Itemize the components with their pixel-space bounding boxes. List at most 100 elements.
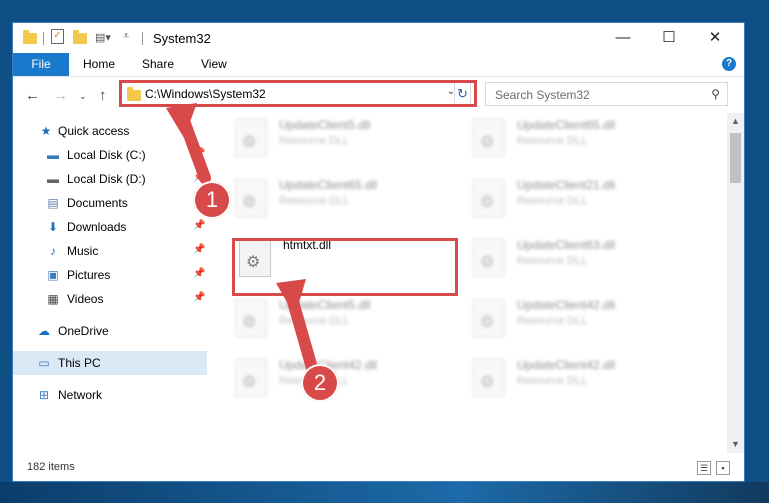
file-item[interactable]: ⚙ UpdateClient21.dll Resource DLL bbox=[469, 173, 689, 223]
tab-file[interactable]: File bbox=[13, 53, 69, 76]
quick-access-dropdown-icon[interactable]: ⩡ bbox=[123, 30, 129, 46]
scroll-down-icon[interactable]: ▼ bbox=[727, 436, 744, 453]
dll-file-icon: ⚙ bbox=[473, 119, 505, 157]
pin-icon[interactable]: 📌 bbox=[193, 244, 205, 255]
pin-icon[interactable]: 📌 bbox=[193, 148, 205, 159]
sidebar-item-this-pc[interactable]: ▭ This PC bbox=[13, 351, 207, 375]
search-input[interactable]: Search System32 bbox=[495, 88, 590, 102]
folder-icon bbox=[23, 30, 37, 44]
sidebar-item-documents[interactable]: ▤ Documents 📌 bbox=[13, 191, 207, 215]
sidebar-item-label: Network bbox=[58, 388, 103, 402]
file-item[interactable]: ⚙ UpdateClient65.dll Resource DLL bbox=[231, 173, 451, 223]
dll-file-icon: ⚙ bbox=[473, 359, 505, 397]
scroll-up-icon[interactable]: ▲ bbox=[727, 113, 744, 130]
sidebar-item-label: Pictures bbox=[67, 268, 111, 282]
file-highlight-box bbox=[232, 238, 458, 296]
file-item[interactable]: ⚙ UpdateClient65.dll Resource DLL bbox=[469, 113, 689, 163]
sidebar-item-label: Videos bbox=[67, 292, 104, 306]
sidebar-item-label: Documents bbox=[67, 196, 128, 210]
file-item[interactable]: ⚙ UpdateClient5.dll Resource DLL bbox=[231, 293, 451, 343]
desktop-background bbox=[0, 482, 769, 503]
dll-file-icon: ⚙ bbox=[473, 179, 505, 217]
file-type: Resource DLL bbox=[517, 375, 588, 387]
tab-view[interactable]: View bbox=[201, 53, 227, 76]
file-type: Resource DLL bbox=[517, 315, 588, 327]
computer-icon: ▭ bbox=[38, 356, 50, 370]
dll-file-icon: ⚙ bbox=[473, 299, 505, 337]
sidebar-item-label: This PC bbox=[58, 356, 101, 370]
file-item[interactable]: ⚙ UpdateClient5.dll Resource DLL bbox=[231, 113, 451, 163]
item-count: 182 items bbox=[27, 461, 75, 473]
pin-icon[interactable]: 📌 bbox=[193, 268, 205, 279]
customize-view-icon[interactable]: ▤▾ bbox=[95, 31, 111, 47]
help-icon[interactable]: ? bbox=[722, 57, 736, 71]
title-bar: ✓ ▤▾ ⩡ System32 — ☐ ✕ bbox=[13, 23, 744, 53]
search-box[interactable]: Search System32 ⚲ bbox=[485, 82, 728, 106]
new-folder-icon[interactable] bbox=[73, 30, 87, 44]
back-arrow-icon[interactable]: ← bbox=[25, 87, 40, 104]
status-bar: 182 items ☰ ▪ bbox=[13, 456, 744, 481]
tab-share[interactable]: Share bbox=[142, 53, 174, 76]
up-arrow-icon[interactable]: ↑ bbox=[99, 87, 107, 104]
sidebar-item-local-disk-c[interactable]: ▬ Local Disk (C:) 📌 bbox=[13, 143, 207, 167]
star-icon: ★ bbox=[40, 124, 52, 138]
sidebar-item-label: Local Disk (D:) bbox=[67, 172, 146, 186]
video-icon: ▦ bbox=[47, 292, 59, 306]
recent-locations-chevron-icon[interactable]: ⌄ bbox=[79, 91, 87, 102]
file-name: UpdateClient65.dll bbox=[517, 118, 616, 132]
file-item[interactable]: ⚙ UpdateClient42.dll Resource DLL bbox=[469, 353, 689, 403]
file-type: Resource DLL bbox=[279, 195, 350, 207]
sidebar-item-label: Quick access bbox=[58, 124, 130, 138]
dll-file-icon: ⚙ bbox=[473, 239, 505, 277]
sidebar-item-videos[interactable]: ▦ Videos 📌 bbox=[13, 287, 207, 311]
sidebar-item-quick-access[interactable]: ★ Quick access bbox=[13, 119, 207, 143]
file-item[interactable]: ⚙ UpdateClient42.dll Resource DLL bbox=[231, 353, 451, 403]
drive-icon: ▬ bbox=[47, 148, 59, 162]
tab-home[interactable]: Home bbox=[83, 53, 115, 76]
sidebar-item-network[interactable]: ⊞ Network bbox=[13, 383, 207, 407]
sidebar-item-local-disk-d[interactable]: ▬ Local Disk (D:) 📌 bbox=[13, 167, 207, 191]
file-type: Resource DLL bbox=[279, 315, 350, 327]
file-item[interactable]: ⚙ UpdateClient42.dll Resource DLL bbox=[469, 293, 689, 343]
search-icon[interactable]: ⚲ bbox=[711, 87, 720, 101]
scroll-thumb[interactable] bbox=[730, 133, 741, 183]
pin-icon[interactable]: 📌 bbox=[193, 172, 205, 183]
step-badge-1: 1 bbox=[193, 181, 231, 219]
large-icons-view-icon[interactable]: ▪ bbox=[716, 461, 730, 475]
picture-icon: ▣ bbox=[47, 268, 59, 282]
navigation-bar: ← → ⌄ ↑ C:\Windows\System32 ⌄ ↻ Search S… bbox=[13, 77, 744, 113]
file-item[interactable]: ⚙ UpdateClient63.dll Resource DLL bbox=[469, 233, 689, 283]
pin-icon[interactable]: 📌 bbox=[193, 292, 205, 303]
cloud-icon: ☁ bbox=[38, 324, 50, 338]
separator bbox=[43, 32, 44, 45]
music-icon: ♪ bbox=[50, 244, 56, 258]
forward-arrow-icon[interactable]: → bbox=[53, 87, 68, 104]
properties-icon[interactable]: ✓ bbox=[51, 29, 64, 44]
sidebar-item-pictures[interactable]: ▣ Pictures 📌 bbox=[13, 263, 207, 287]
vertical-scrollbar[interactable]: ▲ ▼ bbox=[727, 113, 744, 453]
sidebar-item-label: Downloads bbox=[67, 220, 127, 234]
separator bbox=[142, 32, 143, 45]
minimize-button[interactable]: — bbox=[600, 23, 646, 53]
dll-file-icon: ⚙ bbox=[235, 359, 267, 397]
document-icon: ▤ bbox=[47, 196, 59, 210]
file-name: UpdateClient42.dll bbox=[517, 298, 616, 312]
file-type: Resource DLL bbox=[279, 135, 350, 147]
sidebar-item-downloads[interactable]: ⬇ Downloads 📌 bbox=[13, 215, 207, 239]
sidebar-item-music[interactable]: ♪ Music 📌 bbox=[13, 239, 207, 263]
file-name: UpdateClient21.dll bbox=[517, 178, 616, 192]
maximize-button[interactable]: ☐ bbox=[646, 23, 692, 53]
sidebar-item-onedrive[interactable]: ☁ OneDrive bbox=[13, 319, 207, 343]
window-title: System32 bbox=[153, 31, 211, 46]
dll-file-icon: ⚙ bbox=[235, 299, 267, 337]
pin-icon[interactable]: 📌 bbox=[193, 220, 205, 231]
file-type: Resource DLL bbox=[517, 195, 588, 207]
close-button[interactable]: ✕ bbox=[692, 23, 738, 53]
network-icon: ⊞ bbox=[38, 388, 50, 402]
file-type: Resource DLL bbox=[517, 255, 588, 267]
dll-file-icon: ⚙ bbox=[235, 179, 267, 217]
file-name: UpdateClient63.dll bbox=[517, 238, 616, 252]
details-view-icon[interactable]: ☰ bbox=[697, 461, 711, 475]
ribbon-tabs: File Home Share View ? bbox=[13, 53, 744, 77]
drive-icon: ▬ bbox=[47, 172, 59, 186]
